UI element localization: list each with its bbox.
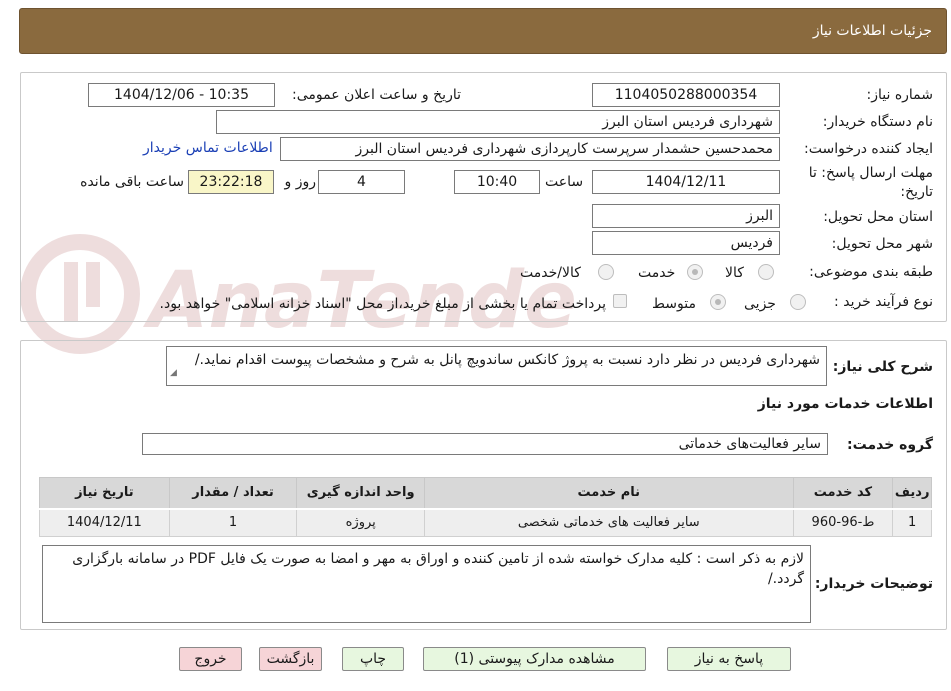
process-radio-minor[interactable] <box>790 294 806 310</box>
city-label: شهر محل تحویل: <box>831 236 933 252</box>
cell-row-number: 1 <box>892 508 932 537</box>
deadline-label-2: تاریخ: <box>900 184 933 200</box>
treasury-checkbox-label: پرداخت تمام یا بخشی از مبلغ خرید،از محل … <box>159 296 606 312</box>
province-field[interactable]: البرز <box>592 204 780 228</box>
process-option-medium: متوسط <box>652 296 696 312</box>
requester-label: ایجاد کننده درخواست: <box>804 141 933 157</box>
deadline-time-field[interactable]: 10:40 <box>454 170 540 194</box>
buyer-notes-label: توضیحات خریدار: <box>814 576 933 592</box>
buyer-org-field[interactable]: شهرداری فردیس استان البرز <box>216 110 780 134</box>
need-number-label: شماره نیاز: <box>866 87 934 103</box>
table-header-row: ردیف کد خدمت نام خدمت واحد اندازه گیری ت… <box>39 477 932 510</box>
need-number-field[interactable]: 1104050288000354 <box>592 83 780 107</box>
cell-quantity: 1 <box>168 508 298 537</box>
requester-field[interactable]: محمدحسین حشمدار سرپرست کارپردازی شهرداری… <box>280 137 780 161</box>
category-option-goods: کالا <box>725 265 744 281</box>
description-label: شرح کلی نیاز: <box>832 359 933 375</box>
category-option-service: خدمت <box>638 265 676 281</box>
services-table: ردیف کد خدمت نام خدمت واحد اندازه گیری ت… <box>39 477 932 537</box>
print-button[interactable]: چاپ <box>342 647 404 671</box>
col-service-name: نام خدمت <box>424 477 794 510</box>
remaining-time-field: 23:22:18 <box>188 170 274 194</box>
col-unit: واحد اندازه گیری <box>296 477 426 510</box>
treasury-checkbox[interactable] <box>613 294 627 308</box>
service-group-field[interactable]: سایر فعالیت‌های خدماتی <box>142 433 828 455</box>
city-field[interactable]: فردیس <box>592 231 780 255</box>
table-row[interactable]: 1 ط-96-960 سایر فعالیت های خدماتی شخصی پ… <box>39 508 932 537</box>
reply-button[interactable]: پاسخ به نیاز <box>667 647 791 671</box>
process-radio-medium[interactable] <box>710 294 726 310</box>
announce-field[interactable]: 1404/12/06 - 10:35 <box>88 83 275 107</box>
col-service-code: کد خدمت <box>792 477 894 510</box>
back-button[interactable]: بازگشت <box>259 647 322 671</box>
days-field[interactable]: 4 <box>318 170 405 194</box>
province-label: استان محل تحویل: <box>823 209 933 225</box>
process-label: نوع فرآیند خرید : <box>834 294 933 310</box>
category-radio-service[interactable] <box>687 264 703 280</box>
service-group-label: گروه خدمت: <box>847 437 933 453</box>
description-text: شهرداری فردیس در نظر دارد نسبت به پروژ ک… <box>194 352 820 368</box>
deadline-time-label: ساعت <box>545 174 584 190</box>
view-attachments-button[interactable]: مشاهده مدارک پیوستی (1) <box>423 647 646 671</box>
buyer-contact-link[interactable]: اطلاعات تماس خریدار <box>143 140 273 156</box>
description-textarea[interactable]: شهرداری فردیس در نظر دارد نسبت به پروژ ک… <box>166 346 827 386</box>
announce-label: تاریخ و ساعت اعلان عمومی: <box>292 87 461 103</box>
col-row-number: ردیف <box>892 477 932 510</box>
remaining-label: ساعت باقی مانده <box>80 174 184 190</box>
page-title: جزئیات اطلاعات نیاز <box>812 23 932 39</box>
cell-unit: پروژه <box>296 508 426 537</box>
days-label: روز و <box>284 174 317 190</box>
exit-button[interactable]: خروج <box>179 647 242 671</box>
category-option-goods-service: کالا/خدمت <box>520 265 581 281</box>
category-label: طبقه بندی موضوعی: <box>809 264 933 280</box>
col-need-date: تاریخ نیاز <box>39 477 170 510</box>
buyer-notes-textarea[interactable]: لازم به ذکر است : کلیه مدارک خواسته شده … <box>42 545 811 623</box>
deadline-date-field[interactable]: 1404/12/11 <box>592 170 780 194</box>
process-option-minor: جزیی <box>744 296 776 312</box>
col-quantity: تعداد / مقدار <box>168 477 298 510</box>
services-title: اطلاعات خدمات مورد نیاز <box>757 396 933 412</box>
buyer-notes-text: لازم به ذکر است : کلیه مدارک خواسته شده … <box>72 551 804 587</box>
cell-need-date: 1404/12/11 <box>39 508 170 537</box>
page-header: جزئیات اطلاعات نیاز <box>19 8 947 54</box>
cell-service-name: سایر فعالیت های خدماتی شخصی <box>424 508 794 537</box>
cell-service-code: ط-96-960 <box>792 508 894 537</box>
category-radio-goods[interactable] <box>758 264 774 280</box>
resize-grip-icon[interactable]: ◢ <box>170 363 177 383</box>
buyer-org-label: نام دستگاه خریدار: <box>822 114 933 130</box>
deadline-label: مهلت ارسال پاسخ: تا <box>808 165 933 181</box>
category-radio-goods-service[interactable] <box>598 264 614 280</box>
